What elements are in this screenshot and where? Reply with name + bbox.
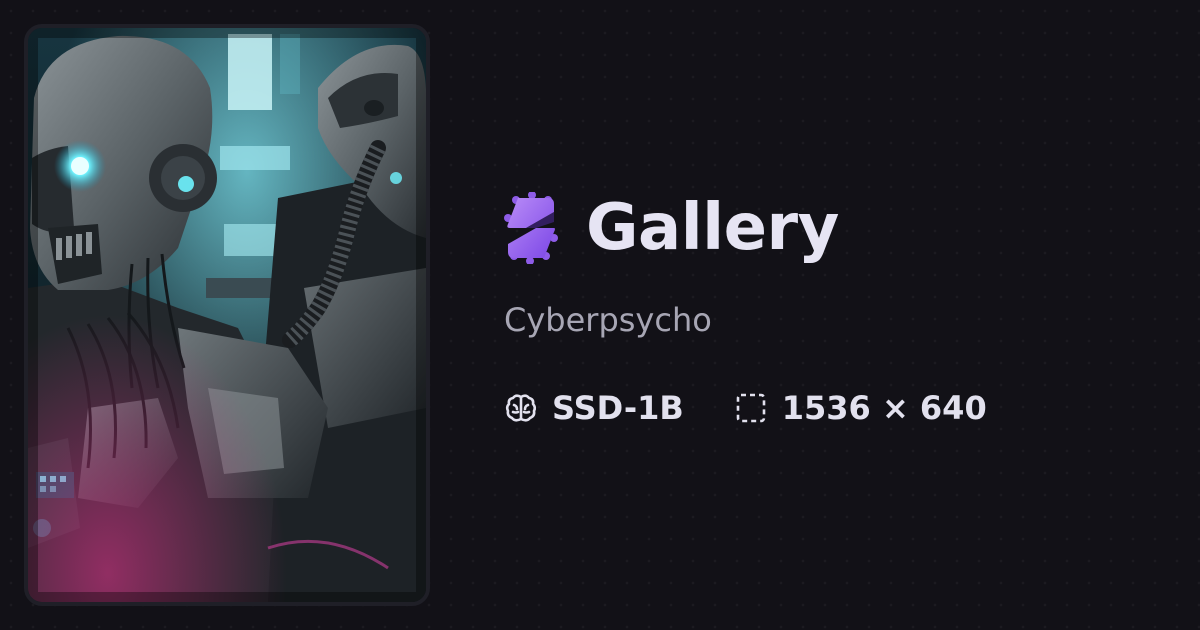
cyberpunk-robots-artwork: [28, 28, 426, 602]
image-metadata: SSD-1B 1536 × 640: [504, 388, 987, 428]
stable-diffusion-logo-icon: [504, 192, 558, 264]
gallery-title: Gallery: [586, 191, 839, 265]
brain-icon: [505, 394, 537, 422]
dashed-frame-icon: [736, 393, 766, 423]
model-name: SSD-1B: [552, 389, 684, 427]
dimensions-badge: 1536 × 640: [734, 388, 987, 428]
image-title: Cyberpsycho: [504, 301, 712, 339]
image-thumbnail[interactable]: [24, 24, 430, 606]
gallery-header[interactable]: Gallery: [504, 190, 839, 266]
image-dimensions: 1536 × 640: [781, 389, 987, 427]
model-badge: SSD-1B: [504, 388, 684, 428]
